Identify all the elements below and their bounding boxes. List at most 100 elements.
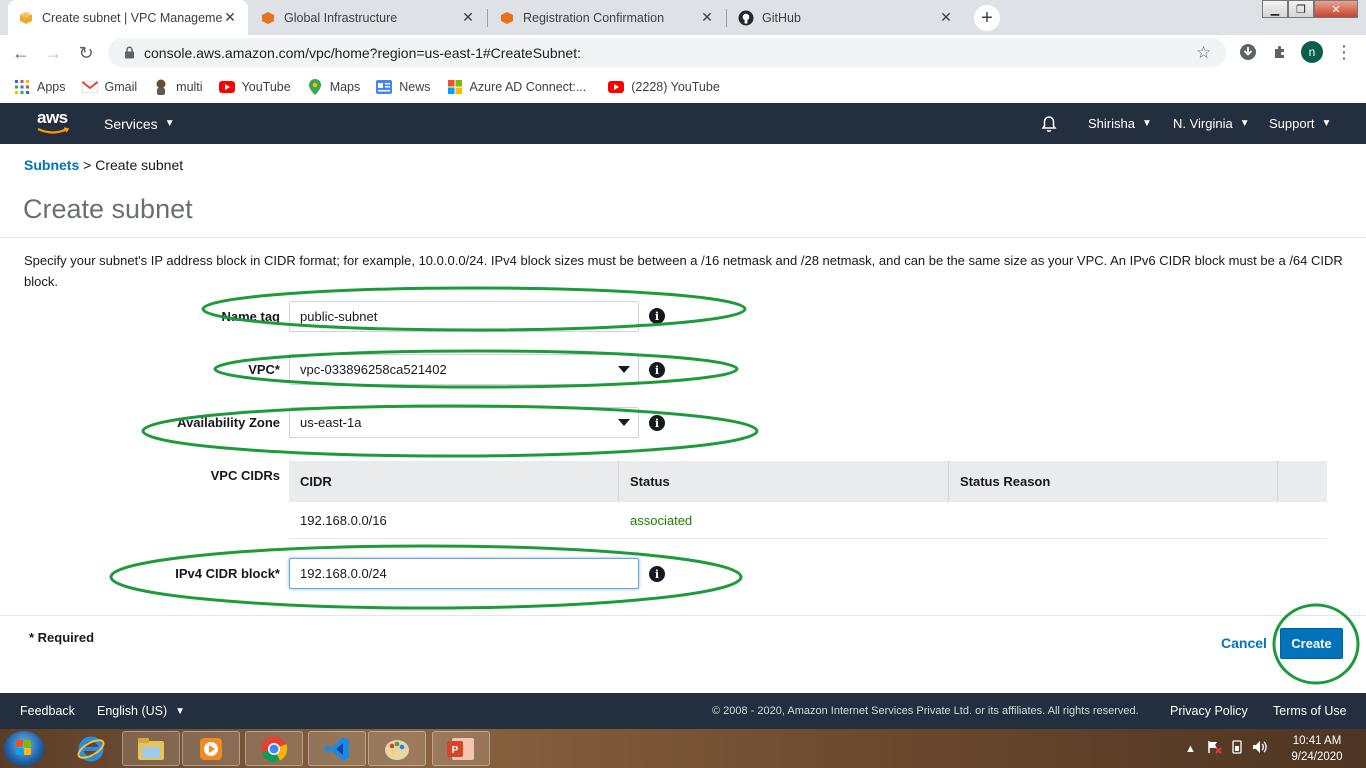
support-menu[interactable]: Support ▼ — [1269, 103, 1331, 144]
profile-avatar[interactable]: n — [1300, 40, 1324, 64]
availability-zone-select[interactable]: us-east-1a — [289, 407, 639, 438]
language-label: English (US) — [97, 704, 168, 718]
vscode-icon[interactable] — [308, 731, 366, 766]
ipv4-cidr-value: 192.168.0.0/24 — [300, 566, 387, 581]
privacy-policy-link[interactable]: Privacy Policy — [1170, 693, 1248, 729]
news-icon — [376, 79, 393, 95]
info-icon[interactable]: i — [649, 308, 665, 324]
create-button[interactable]: Create — [1280, 628, 1343, 659]
minimize-button[interactable]: ▁ — [1262, 0, 1288, 18]
maximize-button[interactable]: ❐ — [1288, 0, 1314, 18]
lock-icon — [114, 46, 144, 59]
aws-footer: Feedback English (US) ▼ © 2008 - 2020, Am… — [0, 693, 1366, 729]
divider — [0, 237, 1366, 238]
bookmark-label: Gmail — [104, 79, 138, 94]
status-reason-cell — [949, 502, 1278, 539]
vpc-label: VPC* — [248, 362, 280, 377]
bookmark-star-icon[interactable]: ☆ — [1196, 43, 1226, 63]
bookmark-azure-ad[interactable]: Azure AD Connect:... — [447, 79, 586, 95]
close-icon[interactable]: ✕ — [938, 9, 954, 26]
required-note: * Required — [29, 630, 95, 645]
copyright-text: © 2008 - 2020, Amazon Internet Services … — [712, 705, 1139, 717]
cancel-button[interactable]: Cancel — [1221, 635, 1267, 651]
close-icon[interactable]: ✕ — [460, 9, 476, 26]
download-icon[interactable] — [1236, 40, 1260, 64]
bookmark-label: (2228) YouTube — [631, 79, 720, 94]
aws-orange-icon — [499, 10, 515, 26]
services-menu[interactable]: Services ▼ — [104, 103, 175, 144]
url-text: console.aws.amazon.com/vpc/home?region=u… — [144, 44, 581, 61]
terms-of-use-link[interactable]: Terms of Use — [1273, 693, 1347, 729]
tab-registration-confirmation[interactable]: Registration Confirmation ✕ — [489, 0, 725, 35]
tab-create-subnet[interactable]: Create subnet | VPC Management ✕ — [8, 0, 248, 35]
aws-console-header: aws Services ▼ Shirisha ▼ N. Virginia ▼ Sup… — [0, 103, 1366, 144]
vpc-cidrs-label: VPC CIDRs — [210, 468, 280, 483]
breadcrumb-subnets-link[interactable]: Subnets — [24, 157, 79, 173]
vpc-select[interactable]: vpc-033896258ca521402 — [289, 354, 639, 385]
window-controls: ▁ ❐ ✕ — [1262, 0, 1358, 18]
column-header-cidr: CIDR — [289, 461, 619, 502]
window-close-button[interactable]: ✕ — [1314, 0, 1358, 18]
bookmark-apps[interactable]: Apps — [14, 79, 66, 95]
new-tab-button[interactable]: + — [974, 5, 1000, 31]
info-icon[interactable]: i — [649, 566, 665, 582]
availability-zone-value: us-east-1a — [300, 415, 362, 430]
bookmark-news[interactable]: News — [376, 79, 431, 95]
youtube-icon — [608, 79, 625, 95]
action-center-flag-icon[interactable] — [1206, 740, 1222, 757]
system-clock[interactable]: 10:41 AM 9/24/2020 — [1287, 733, 1347, 765]
name-tag-input[interactable]: public-subnet — [289, 301, 639, 332]
info-icon[interactable]: i — [649, 362, 665, 378]
bookmark-multi[interactable]: multi — [153, 79, 203, 95]
aws-smile-icon — [37, 127, 70, 134]
availability-zone-label: Availability Zone — [177, 415, 280, 430]
windows-start-button[interactable] — [4, 731, 44, 766]
divider — [0, 615, 1366, 616]
bookmark-label: Maps — [329, 79, 361, 94]
internet-explorer-icon[interactable] — [62, 731, 120, 766]
status-cell: associated — [630, 513, 693, 528]
bookmark-label: YouTube — [241, 79, 291, 94]
aws-logo[interactable]: aws — [37, 109, 71, 137]
notifications-bell[interactable] — [1040, 103, 1058, 144]
tab-github[interactable]: GitHub ✕ — [728, 0, 964, 35]
bookmark-maps[interactable]: Maps — [307, 78, 361, 95]
bookmark-youtube-2228[interactable]: (2228) YouTube — [608, 79, 720, 95]
menu-kebab-icon[interactable]: ⋮ — [1332, 40, 1356, 64]
services-label: Services — [104, 115, 158, 132]
extensions-puzzle-icon[interactable] — [1268, 40, 1292, 64]
close-icon[interactable]: ✕ — [699, 9, 715, 26]
bookmark-label: multi — [176, 79, 203, 94]
dropdown-caret-icon — [618, 366, 630, 373]
language-selector[interactable]: English (US) ▼ — [97, 693, 185, 729]
maps-icon — [307, 78, 323, 95]
region-menu[interactable]: N. Virginia ▼ — [1173, 103, 1250, 144]
tab-global-infrastructure[interactable]: Global Infrastructure ✕ — [250, 0, 486, 35]
youtube-icon — [218, 79, 235, 95]
tab-title: Registration Confirmation — [523, 10, 665, 25]
info-icon[interactable]: i — [649, 415, 665, 431]
file-explorer-icon[interactable] — [122, 731, 180, 766]
bookmark-gmail[interactable]: Gmail — [81, 79, 138, 95]
cidr-cell: 192.168.0.0/16 — [300, 513, 387, 528]
show-hidden-icons-icon[interactable]: ▲ — [1185, 743, 1196, 755]
close-icon[interactable]: ✕ — [222, 9, 238, 26]
forward-arrow-icon[interactable]: → — [40, 40, 66, 66]
bookmark-youtube[interactable]: YouTube — [218, 79, 291, 95]
table-header: CIDR Status Status Reason — [289, 461, 1327, 502]
media-player-icon[interactable] — [182, 731, 240, 766]
powerpoint-icon[interactable]: P — [432, 731, 490, 766]
user-menu[interactable]: Shirisha ▼ — [1088, 103, 1152, 144]
aws-cube-icon — [18, 10, 34, 26]
feedback-link[interactable]: Feedback — [20, 693, 75, 729]
vpc-select-value: vpc-033896258ca521402 — [300, 362, 447, 377]
address-bar[interactable]: console.aws.amazon.com/vpc/home?region=u… — [108, 38, 1226, 67]
back-arrow-icon[interactable]: ← — [8, 40, 34, 66]
volume-icon[interactable] — [1252, 740, 1268, 757]
chrome-icon[interactable] — [245, 731, 303, 766]
paint-icon[interactable] — [368, 731, 426, 766]
reload-icon[interactable]: ↻ — [73, 40, 99, 66]
ipv4-cidr-input[interactable]: 192.168.0.0/24 — [289, 558, 639, 589]
battery-icon[interactable] — [1230, 740, 1244, 757]
tab-title: Create subnet | VPC Management — [42, 10, 222, 25]
